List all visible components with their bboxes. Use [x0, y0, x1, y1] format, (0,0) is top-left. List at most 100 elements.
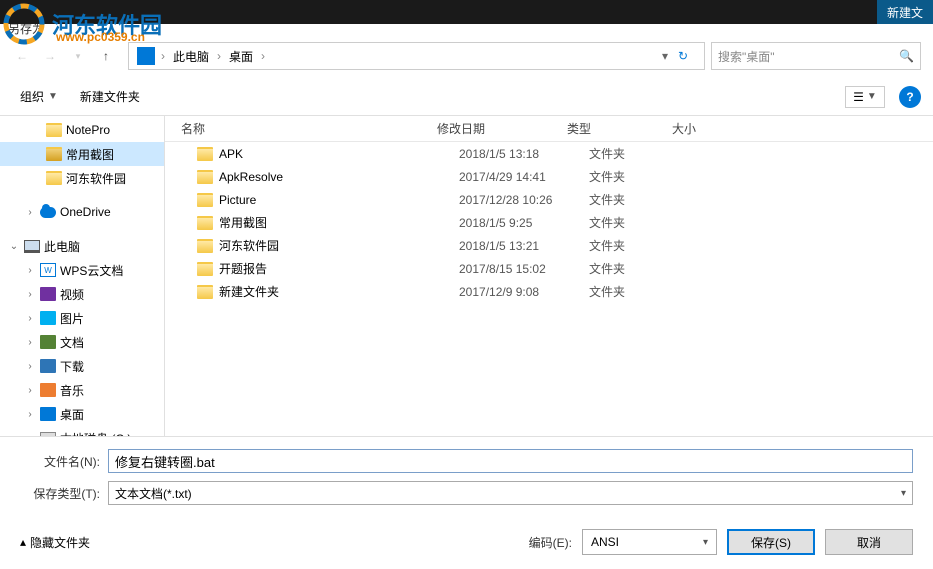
row-type: 文件夹 — [589, 168, 694, 185]
row-type: 文件夹 — [589, 214, 694, 231]
table-row[interactable]: 常用截图2018/1/5 9:25文件夹 — [165, 211, 933, 234]
recent-dropdown[interactable]: ▾ — [68, 46, 88, 66]
row-type: 文件夹 — [589, 145, 694, 162]
desktop-icon — [40, 407, 56, 421]
picture-icon — [40, 311, 56, 325]
app-titlebar: 新建文 — [0, 0, 933, 24]
expand-icon[interactable]: › — [24, 385, 36, 396]
savetype-select[interactable]: 文本文档(*.txt) ▾ — [108, 481, 913, 505]
expand-icon[interactable]: › — [24, 207, 36, 218]
expand-icon[interactable]: › — [24, 361, 36, 372]
chevron-down-icon: ▾ — [901, 488, 906, 499]
expand-icon[interactable]: › — [24, 433, 36, 437]
folder-icon — [197, 285, 213, 299]
sidebar: NotePro 常用截图 河东软件园 ›OneDrive ⌄此电脑 ›WWPS云… — [0, 116, 165, 436]
row-type: 文件夹 — [589, 283, 694, 300]
folder-icon — [197, 216, 213, 230]
chevron-right-icon: › — [159, 49, 167, 63]
disk-icon — [40, 432, 56, 436]
sidebar-item-hedong[interactable]: 河东软件园 — [0, 166, 164, 190]
folder-icon — [197, 262, 213, 276]
chevron-down-icon[interactable]: ▾ — [662, 49, 668, 63]
download-icon — [40, 359, 56, 373]
newfile-tab[interactable]: 新建文 — [877, 0, 933, 24]
row-name: Picture — [219, 193, 459, 207]
col-header-name[interactable]: 名称 — [181, 120, 437, 137]
sidebar-item-wps[interactable]: ›WWPS云文档 — [0, 258, 164, 282]
table-row[interactable]: APK2018/1/5 13:18文件夹 — [165, 142, 933, 165]
row-date: 2018/1/5 13:21 — [459, 239, 589, 253]
collapse-icon[interactable]: ⌄ — [8, 241, 20, 252]
save-button[interactable]: 保存(S) — [727, 529, 815, 555]
breadcrumb-seg-pc[interactable]: 此电脑 — [167, 43, 215, 69]
sidebar-item-music[interactable]: ›音乐 — [0, 378, 164, 402]
breadcrumb-seg-desktop[interactable]: 桌面 — [223, 43, 259, 69]
search-input[interactable]: 搜索"桌面" 🔍 — [711, 42, 921, 70]
cancel-button[interactable]: 取消 — [825, 529, 913, 555]
row-name: 河东软件园 — [219, 237, 459, 254]
folder-icon — [197, 147, 213, 161]
expand-icon[interactable]: › — [24, 265, 36, 276]
encoding-select[interactable]: ANSI ▾ — [582, 529, 717, 555]
sidebar-item-desktop[interactable]: ›桌面 — [0, 402, 164, 426]
search-icon[interactable]: 🔍 — [899, 49, 914, 63]
encoding-label: 编码(E): — [529, 534, 572, 551]
video-icon — [40, 287, 56, 301]
table-row[interactable]: ApkResolve2017/4/29 14:41文件夹 — [165, 165, 933, 188]
sidebar-item-diskc[interactable]: ›本地磁盘 (C:) — [0, 426, 164, 436]
chevron-down-icon: ▼ — [867, 91, 877, 102]
expand-icon[interactable]: › — [24, 289, 36, 300]
row-type: 文件夹 — [589, 237, 694, 254]
row-name: 新建文件夹 — [219, 283, 459, 300]
col-header-date[interactable]: 修改日期 — [437, 120, 567, 137]
table-row[interactable]: 新建文件夹2017/12/9 9:08文件夹 — [165, 280, 933, 303]
col-header-type[interactable]: 类型 — [567, 120, 672, 137]
list-icon: ☰ — [853, 90, 864, 104]
save-fields: 文件名(N): 保存类型(T): 文本文档(*.txt) ▾ — [0, 436, 933, 519]
view-mode-button[interactable]: ☰ ▼ — [845, 86, 885, 108]
col-header-size[interactable]: 大小 — [672, 120, 752, 137]
expand-icon[interactable]: › — [24, 337, 36, 348]
sidebar-item-documents[interactable]: ›文档 — [0, 330, 164, 354]
row-name: ApkResolve — [219, 170, 459, 184]
toolbar: 组织 ▼ 新建文件夹 ☰ ▼ ? — [0, 78, 933, 116]
up-button[interactable]: ↑ — [96, 46, 116, 66]
sidebar-item-screenshots[interactable]: 常用截图 — [0, 142, 164, 166]
help-button[interactable]: ? — [899, 86, 921, 108]
sidebar-item-notepro[interactable]: NotePro — [0, 118, 164, 142]
row-date: 2018/1/5 9:25 — [459, 216, 589, 230]
expand-icon[interactable]: › — [24, 409, 36, 420]
sidebar-item-onedrive[interactable]: ›OneDrive — [0, 200, 164, 224]
sidebar-item-videos[interactable]: ›视频 — [0, 282, 164, 306]
chevron-up-icon: ▴ — [20, 535, 26, 549]
row-date: 2017/12/9 9:08 — [459, 285, 589, 299]
sidebar-item-pictures[interactable]: ›图片 — [0, 306, 164, 330]
filename-input[interactable] — [108, 449, 913, 473]
table-row[interactable]: Picture2017/12/28 10:26文件夹 — [165, 188, 933, 211]
music-icon — [40, 383, 56, 397]
dialog-title: 另存为 — [0, 24, 933, 32]
hide-folders-toggle[interactable]: ▴ 隐藏文件夹 — [20, 534, 90, 551]
row-name: 开题报告 — [219, 260, 459, 277]
organize-button[interactable]: 组织 ▼ — [12, 84, 66, 109]
folder-icon — [197, 170, 213, 184]
sidebar-item-thispc[interactable]: ⌄此电脑 — [0, 234, 164, 258]
pc-icon — [24, 240, 40, 253]
back-button[interactable]: ← — [12, 46, 32, 66]
row-date: 2017/4/29 14:41 — [459, 170, 589, 184]
table-row[interactable]: 开题报告2017/8/15 15:02文件夹 — [165, 257, 933, 280]
breadcrumb[interactable]: › 此电脑 › 桌面 › ▾ ↻ — [128, 42, 705, 70]
sidebar-item-downloads[interactable]: ›下载 — [0, 354, 164, 378]
expand-icon[interactable]: › — [24, 313, 36, 324]
table-row[interactable]: 河东软件园2018/1/5 13:21文件夹 — [165, 234, 933, 257]
row-name: 常用截图 — [219, 214, 459, 231]
newfolder-button[interactable]: 新建文件夹 — [72, 84, 148, 109]
nav-row: ← → ▾ ↑ › 此电脑 › 桌面 › ▾ ↻ 搜索"桌面" 🔍 — [0, 32, 933, 78]
wps-icon: W — [40, 263, 56, 277]
folder-icon — [197, 239, 213, 253]
refresh-icon[interactable]: ↻ — [672, 49, 694, 63]
row-date: 2017/12/28 10:26 — [459, 193, 589, 207]
folder-icon — [46, 147, 62, 161]
row-date: 2018/1/5 13:18 — [459, 147, 589, 161]
chevron-down-icon: ▼ — [48, 91, 58, 102]
